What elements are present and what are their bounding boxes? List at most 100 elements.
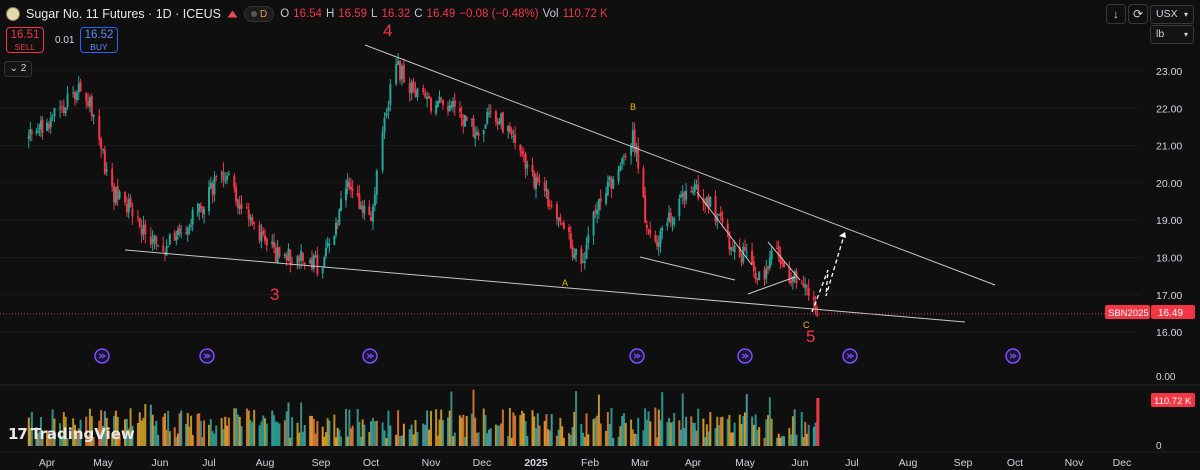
candle-body xyxy=(27,135,30,140)
buy-button[interactable]: 16.52 BUY xyxy=(80,27,118,53)
candle-body xyxy=(395,64,398,84)
volume-bar xyxy=(487,429,490,446)
volume-bar xyxy=(751,416,754,446)
download-icon[interactable]: ↓ xyxy=(1106,4,1126,24)
volume-axis-label: 0 xyxy=(1156,441,1162,452)
candle-body xyxy=(90,95,93,117)
candle-body xyxy=(692,191,694,193)
candle-body xyxy=(767,266,770,269)
candle-body xyxy=(62,106,65,114)
volume-bar xyxy=(705,424,708,446)
candle-body xyxy=(381,131,384,171)
candle-body xyxy=(196,211,199,213)
candle-body xyxy=(276,247,279,263)
candle-body xyxy=(75,92,78,101)
volume-bar xyxy=(441,420,444,446)
candle-body xyxy=(227,173,230,175)
sell-button[interactable]: 16.51 SELL xyxy=(6,27,44,53)
volume-bar xyxy=(235,408,238,446)
refresh-icon[interactable]: ⟳ xyxy=(1128,4,1148,24)
volume-bar xyxy=(704,437,707,446)
volume-bar xyxy=(180,410,183,446)
candle-body xyxy=(296,255,299,264)
volume-bar xyxy=(575,391,578,446)
candle-body xyxy=(245,207,248,209)
volume-bar xyxy=(498,425,501,446)
volume-bar xyxy=(678,420,681,446)
price-chart[interactable]: 345ABC 23.0022.0021.0020.0019.0018.0017.… xyxy=(0,0,1200,470)
x-tick-label: Jul xyxy=(845,457,858,469)
event-icon[interactable] xyxy=(362,348,378,364)
candle-body xyxy=(802,283,805,287)
candle-body xyxy=(605,193,608,204)
y-tick-label: 19.00 xyxy=(1156,215,1182,227)
volume-bar xyxy=(142,417,145,446)
candle-body xyxy=(592,211,595,236)
volume-bar xyxy=(149,404,152,446)
volume-bar xyxy=(555,435,558,446)
volume-bar xyxy=(238,416,241,446)
volume-bar xyxy=(314,433,317,446)
indicators-toggle-button[interactable]: ⌄ 2 xyxy=(4,61,32,77)
volume-bar xyxy=(521,410,524,446)
event-icon[interactable] xyxy=(94,348,110,364)
candle-body xyxy=(402,64,405,83)
symbol-title[interactable]: Sugar No. 11 Futures · 1D · ICEUS xyxy=(26,7,221,21)
candle-body xyxy=(642,168,645,197)
candle-body xyxy=(46,122,48,131)
event-icon[interactable] xyxy=(1005,348,1021,364)
candle-body xyxy=(283,254,286,257)
volume-bar xyxy=(633,433,636,446)
flag-icon[interactable] xyxy=(227,10,238,18)
candle-body xyxy=(547,190,550,207)
volume-bar xyxy=(807,424,810,446)
candle-body xyxy=(494,111,497,122)
event-icon[interactable] xyxy=(842,348,858,364)
volume-bar xyxy=(494,424,497,446)
volume-bar xyxy=(630,419,633,446)
candle-body xyxy=(730,247,733,251)
tradingview-logo[interactable]: 17 TradingView xyxy=(8,425,135,443)
volume-bar xyxy=(373,421,376,446)
volume-bar xyxy=(412,434,415,446)
candle-body xyxy=(754,272,757,280)
unit-select[interactable]: lb ▾ xyxy=(1150,25,1194,44)
candle-body xyxy=(680,194,683,198)
volume-bar xyxy=(716,416,719,446)
candle-body xyxy=(669,212,672,223)
candle-body xyxy=(805,285,808,287)
candle-body xyxy=(368,206,371,215)
event-icon[interactable] xyxy=(199,348,215,364)
volume-bar xyxy=(375,420,378,446)
volume-bar xyxy=(697,408,700,446)
volume-bar xyxy=(610,407,613,446)
volume-bar xyxy=(804,421,807,446)
event-icon[interactable] xyxy=(737,348,753,364)
volume-bar xyxy=(395,434,398,446)
candle-body xyxy=(426,96,429,100)
volume-bar xyxy=(224,416,227,446)
volume-bar xyxy=(226,425,229,446)
candle-body xyxy=(389,84,392,105)
candle-body xyxy=(644,195,647,223)
volume-bar xyxy=(562,437,565,446)
candle-body xyxy=(114,187,117,204)
volume-bar xyxy=(340,436,342,446)
candle-body xyxy=(262,230,265,235)
data-source-badge[interactable]: D xyxy=(243,6,275,22)
candle-body xyxy=(768,257,771,268)
candle-body xyxy=(536,177,539,182)
volume-bar xyxy=(767,415,770,446)
volume-bar xyxy=(310,415,313,446)
abc-label: C xyxy=(803,320,810,330)
candle-body xyxy=(681,193,684,196)
candle-body xyxy=(654,235,657,241)
candle-body xyxy=(127,199,130,213)
volume-bar xyxy=(795,434,798,446)
currency-select[interactable]: USX ▾ xyxy=(1150,5,1194,24)
candle-body xyxy=(765,268,768,279)
event-icon[interactable] xyxy=(629,348,645,364)
candle-body xyxy=(338,209,341,225)
candle-body xyxy=(180,232,183,234)
x-tick-label: Nov xyxy=(422,457,441,469)
